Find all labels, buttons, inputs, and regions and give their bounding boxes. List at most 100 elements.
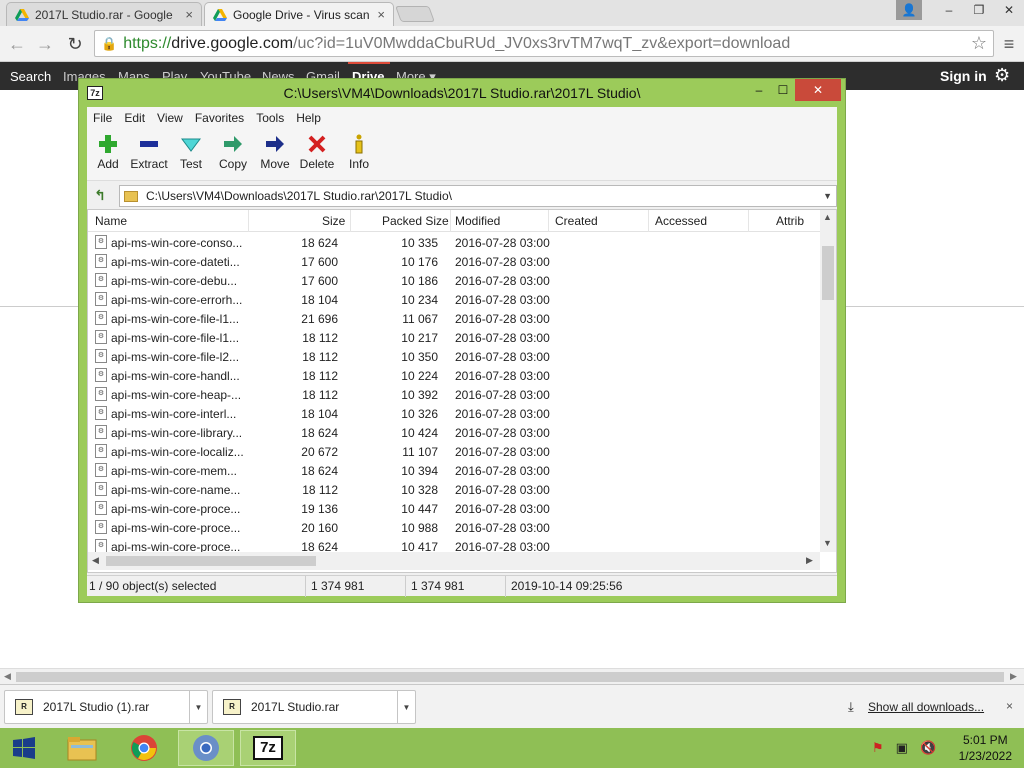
tab-close-icon[interactable]: ×	[371, 7, 385, 22]
table-row[interactable]: ⚙ api-ms-win-core-handl... 18 112 10 224 201…	[88, 366, 820, 385]
table-row[interactable]: ⚙ api-ms-win-core-name... 18 112 10 328 2016…	[88, 480, 820, 499]
path-combobox[interactable]: C:\Users\VM4\Downloads\2017L Studio.rar\…	[119, 185, 837, 207]
browser-window-controls: 👤 – ❐ ✕	[896, 0, 1024, 20]
user-icon[interactable]: 👤	[896, 0, 922, 20]
gear-icon[interactable]: ⚙	[994, 65, 1010, 86]
show-all-downloads-link[interactable]: Show all downloads...	[868, 700, 984, 714]
table-row[interactable]: ⚙ api-ms-win-core-errorh... 18 104 10 234 20…	[88, 290, 820, 309]
address-bar[interactable]: 🔒 https:// drive.google.com /uc?id=1uV0M…	[94, 30, 994, 57]
sign-in-link[interactable]: Sign in	[940, 68, 987, 84]
column-packed-size[interactable]: Packed Size	[382, 214, 449, 228]
file-size: 18 112	[302, 331, 338, 345]
sevenzip-titlebar[interactable]: 7z C:\Users\VM4\Downloads\2017L Studio.r…	[79, 79, 845, 107]
minimize-icon[interactable]: –	[747, 79, 771, 101]
chrome-button[interactable]	[116, 730, 172, 766]
table-row[interactable]: ⚙ api-ms-win-core-file-l2... 18 112 10 350 2…	[88, 347, 820, 366]
table-row[interactable]: ⚙ api-ms-win-core-localiz... 20 672 11 107 2…	[88, 442, 820, 461]
table-row[interactable]: ⚙ api-ms-win-core-interl... 18 104 10 326 20…	[88, 404, 820, 423]
scroll-left-icon[interactable]: ◀	[92, 555, 99, 566]
menu-edit[interactable]: Edit	[118, 111, 151, 125]
menu-file[interactable]: File	[87, 111, 118, 125]
column-created[interactable]: Created	[555, 214, 598, 228]
close-icon[interactable]: ✕	[795, 79, 841, 101]
file-size: 18 112	[302, 369, 338, 383]
network-icon[interactable]: ▣	[896, 740, 908, 756]
close-icon[interactable]: ✕	[994, 0, 1024, 20]
table-row[interactable]: ⚙ api-ms-win-core-file-l1... 18 112 10 217 2…	[88, 328, 820, 347]
column-attrib[interactable]: Attrib	[776, 214, 804, 228]
delete-button[interactable]: Delete	[296, 133, 338, 171]
column-separator	[648, 210, 649, 232]
scroll-down-icon[interactable]: ▼	[823, 538, 832, 548]
table-row[interactable]: ⚙ api-ms-win-core-conso... 18 624 10 335 201…	[88, 233, 820, 252]
dll-file-icon: ⚙	[95, 406, 107, 420]
file-packed-size: 10 176	[401, 255, 438, 269]
extract-button[interactable]: Extract	[128, 133, 170, 171]
scroll-thumb[interactable]	[822, 246, 834, 300]
test-button[interactable]: Test	[170, 133, 212, 171]
column-name[interactable]: Name	[95, 214, 127, 228]
table-row[interactable]: ⚙ api-ms-win-core-dateti... 17 600 10 176 20…	[88, 252, 820, 271]
chrome-window-button[interactable]	[178, 730, 234, 766]
horizontal-scrollbar[interactable]: ◀ ▶	[88, 552, 820, 570]
table-row[interactable]: ⚙ api-ms-win-core-library... 18 624 10 424 2…	[88, 423, 820, 442]
close-icon[interactable]: ×	[1006, 699, 1013, 713]
chevron-down-icon[interactable]: ▼	[397, 690, 415, 724]
file-packed-size: 10 326	[401, 407, 438, 421]
table-row[interactable]: ⚙ api-ms-win-core-proce... 19 136 10 447 201…	[88, 499, 820, 518]
download-item[interactable]: R 2017L Studio.rar ▼	[212, 690, 416, 724]
table-row[interactable]: ⚙ api-ms-win-core-mem... 18 624 10 394 2016-…	[88, 461, 820, 480]
file-name: api-ms-win-core-handl...	[111, 369, 240, 383]
table-row[interactable]: ⚙ api-ms-win-core-file-l1... 21 696 11 067 2…	[88, 309, 820, 328]
file-explorer-button[interactable]	[54, 730, 110, 766]
chevron-down-icon[interactable]: ▼	[189, 690, 207, 724]
scroll-up-icon[interactable]: ▲	[823, 212, 832, 222]
menu-view[interactable]: View	[151, 111, 189, 125]
action-center-flag-icon[interactable]: ⚑	[872, 740, 884, 756]
sevenzip-taskbar-button[interactable]: 7z	[240, 730, 296, 766]
menu-favorites[interactable]: Favorites	[189, 111, 250, 125]
column-accessed[interactable]: Accessed	[655, 214, 707, 228]
bookmark-star-icon[interactable]: ☆	[971, 33, 987, 54]
maximize-icon[interactable]: ☐	[771, 79, 795, 101]
maximize-icon[interactable]: ❐	[964, 0, 994, 20]
minimize-icon[interactable]: –	[934, 0, 964, 20]
table-row[interactable]: ⚙ api-ms-win-core-debu... 17 600 10 186 2016…	[88, 271, 820, 290]
menu-help[interactable]: Help	[290, 111, 327, 125]
file-packed-size: 10 350	[401, 350, 438, 364]
tab-virus-scan[interactable]: Google Drive - Virus scan ×	[204, 2, 394, 26]
browser-menu-icon[interactable]: ≡	[998, 33, 1020, 55]
add-button[interactable]: Add	[87, 133, 129, 171]
scroll-right-icon[interactable]: ▶	[806, 555, 813, 566]
tab-rar-file[interactable]: 2017L Studio.rar - Google ×	[6, 2, 202, 26]
tab-label: Google Drive - Virus scan	[233, 7, 370, 22]
copy-button[interactable]: Copy	[212, 133, 254, 171]
scroll-thumb[interactable]	[106, 556, 316, 566]
info-button[interactable]: Info	[338, 133, 380, 171]
download-item[interactable]: R 2017L Studio (1).rar ▼	[4, 690, 208, 724]
chevron-down-icon[interactable]: ▼	[823, 191, 832, 201]
forward-arrow-icon[interactable]: →	[34, 33, 56, 55]
column-modified[interactable]: Modified	[455, 214, 500, 228]
back-arrow-icon[interactable]: ←	[6, 33, 28, 55]
tab-close-icon[interactable]: ×	[179, 7, 193, 22]
reload-icon[interactable]: ↻	[64, 33, 86, 55]
file-packed-size: 11 067	[402, 312, 438, 326]
table-row[interactable]: ⚙ api-ms-win-core-heap-... 18 112 10 392 201…	[88, 385, 820, 404]
folder-up-icon[interactable]: ↰	[91, 187, 109, 205]
scroll-left-icon[interactable]: ◀	[4, 671, 11, 682]
scroll-right-icon[interactable]: ▶	[1010, 671, 1017, 682]
page-horizontal-scrollbar[interactable]: ◀ ▶	[0, 668, 1024, 684]
gbar-link-search[interactable]: Search	[10, 69, 51, 84]
move-button[interactable]: Move	[254, 133, 296, 171]
vertical-scrollbar[interactable]: ▲ ▼	[820, 210, 836, 552]
column-size[interactable]: Size	[322, 214, 345, 228]
volume-muted-icon[interactable]: 🔇	[920, 740, 936, 756]
menu-tools[interactable]: Tools	[250, 111, 290, 125]
clock[interactable]: 5:01 PM 1/23/2022	[959, 732, 1012, 764]
new-tab-button[interactable]	[395, 6, 435, 22]
table-row[interactable]: ⚙ api-ms-win-core-proce... 20 160 10 988 201…	[88, 518, 820, 537]
file-modified: 2016-07-28 03:00	[455, 255, 550, 269]
scroll-thumb[interactable]	[16, 672, 1004, 682]
start-button[interactable]	[0, 730, 48, 766]
